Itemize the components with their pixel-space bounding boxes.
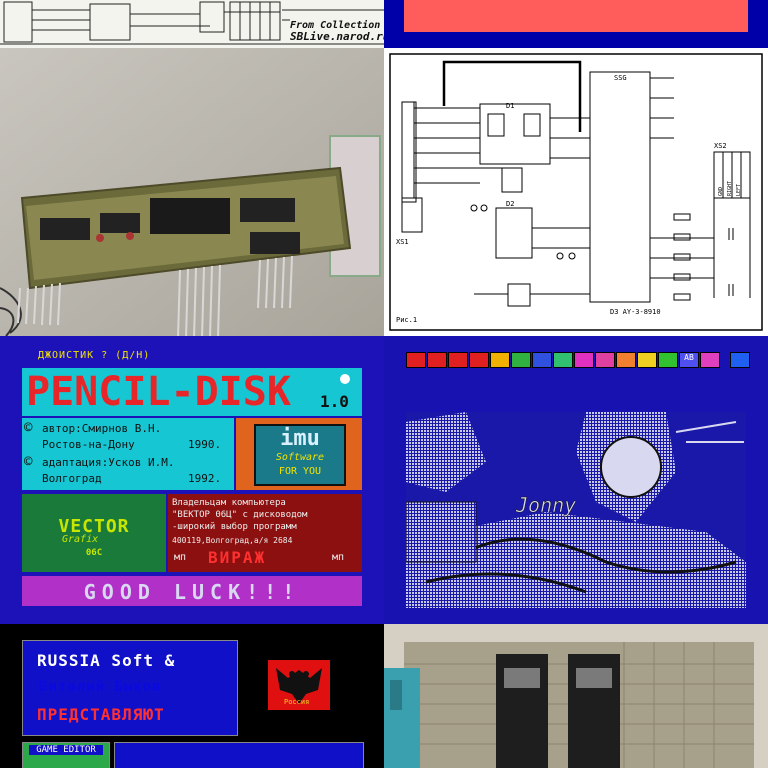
ad-line-3: -широкий выбор программ bbox=[172, 522, 297, 532]
red-panel-tile bbox=[384, 0, 768, 48]
author-city: Ростов-на-Дону bbox=[42, 438, 135, 451]
pencil-disk-tile: ДЖОИСТИК ? (Д/Н) PENCIL-DISK 1.0 © автор… bbox=[0, 336, 384, 624]
d2-label: D2 bbox=[506, 200, 514, 208]
sun-icon bbox=[340, 374, 350, 384]
fill-icon[interactable] bbox=[616, 352, 636, 368]
russia-soft-tile: RUSSIA Soft & Виталий Быков ПРЕДСТАВЛЯЮТ… bbox=[0, 624, 384, 768]
paint-canvas[interactable]: Jonny bbox=[405, 412, 746, 608]
d1-label: D1 bbox=[506, 102, 514, 110]
info-panel bbox=[114, 742, 364, 768]
good-luck-text: GOOD LUCK!!! bbox=[83, 580, 301, 604]
joystick-prompt: ДЖОИСТИК ? (Д/Н) bbox=[38, 350, 151, 361]
copy-icon[interactable] bbox=[553, 352, 573, 368]
xs2-pin-gnd: GND bbox=[718, 187, 724, 196]
ad-mp-left: мп bbox=[174, 552, 187, 563]
chip-part-label: D3 AY-3-8910 bbox=[610, 308, 661, 316]
copyright-icon-2: © bbox=[24, 454, 33, 470]
pencil-title: PENCIL-DISK bbox=[26, 369, 291, 415]
brush-icon[interactable] bbox=[490, 352, 510, 368]
palette-icon[interactable] bbox=[532, 352, 552, 368]
circuit-schematic: SSG D1 D2 XS1 XS2 Рис.1 D3 AY-3-8910 GND… bbox=[389, 53, 763, 331]
ad-line-4: 400119,Волгоград,а/я 2684 bbox=[172, 536, 293, 545]
credits-panel: © автор:Смирнов В.Н. Ростов-на-Дону 1990… bbox=[22, 418, 234, 490]
author-line: автор:Смирнов В.Н. bbox=[42, 422, 162, 435]
cartridge-photo bbox=[384, 624, 768, 768]
imu-logo-box: imu Software FOR YOU bbox=[254, 424, 346, 486]
schematic-strip-tile: From Collection of SBLive.narod.ru bbox=[0, 0, 384, 48]
chip-1 bbox=[40, 218, 90, 240]
game-editor-label: GAME EDITOR bbox=[29, 745, 103, 755]
muscleman-drawing: Jonny bbox=[405, 412, 746, 608]
schematic-strip-drawing: From Collection of SBLive.narod.ru bbox=[0, 1, 384, 45]
paint-program-tile: AB Jonny bbox=[384, 336, 768, 624]
chip-3 bbox=[150, 198, 230, 234]
pencil-icon[interactable] bbox=[511, 352, 531, 368]
vector-logo-panel: VECTOR Grafix 06C bbox=[22, 494, 166, 572]
chip-2 bbox=[100, 213, 140, 233]
disk-icon[interactable] bbox=[700, 352, 720, 368]
xs2-pin-right: RIGHT bbox=[727, 181, 733, 196]
cartridge-photo-tile bbox=[384, 624, 768, 768]
vector-model: 06C bbox=[85, 548, 103, 558]
board-photo-tile bbox=[0, 48, 384, 336]
text-icon[interactable]: AB bbox=[679, 352, 699, 368]
zoom-icon[interactable] bbox=[595, 352, 615, 368]
pencil-version: 1.0 bbox=[320, 392, 349, 411]
pc-icon[interactable] bbox=[406, 352, 426, 368]
circle-icon[interactable] bbox=[574, 352, 594, 368]
adapt-line: адаптация:Усков И.М. bbox=[42, 456, 175, 469]
red-panel bbox=[404, 0, 748, 32]
pc-icon[interactable] bbox=[469, 352, 489, 368]
imu-logo: imu bbox=[280, 426, 320, 451]
board-photo bbox=[0, 48, 384, 336]
credit-line-2: SBLive.narod.ru bbox=[290, 30, 384, 43]
pc-icon[interactable] bbox=[427, 352, 447, 368]
chip-4 bbox=[240, 198, 295, 222]
pencil-title-panel: PENCIL-DISK 1.0 bbox=[22, 368, 362, 416]
ay-chip bbox=[589, 71, 651, 303]
russia-line-2: Виталий Быков bbox=[39, 679, 162, 695]
spray-icon[interactable] bbox=[658, 352, 678, 368]
adapt-year: 1992. bbox=[188, 472, 222, 485]
author-year: 1990. bbox=[188, 438, 222, 451]
figure-label: Рис.1 bbox=[396, 316, 417, 324]
imu-logo-panel: imu Software FOR YOU bbox=[236, 418, 362, 490]
chip-5 bbox=[250, 232, 300, 254]
circuit-schematic-tile: SSG D1 D2 XS1 XS2 Рис.1 D3 AY-3-8910 GND… bbox=[384, 48, 768, 336]
select-icon[interactable] bbox=[637, 352, 657, 368]
xs2-pin-left: LEFT bbox=[736, 184, 742, 196]
ssg-label: SSG bbox=[614, 74, 627, 82]
good-luck-banner: GOOD LUCK!!! bbox=[22, 576, 362, 606]
pc-icon[interactable] bbox=[448, 352, 468, 368]
virazh-ad-panel: Владельцам компьютера "ВЕКТОР 06Ц" с дис… bbox=[168, 494, 362, 572]
xs1-label: XS1 bbox=[396, 238, 409, 246]
ad-line-1: Владельцам компьютера bbox=[172, 498, 286, 508]
double-eagle-icon: Россия bbox=[276, 668, 322, 706]
russia-title-panel: RUSSIA Soft & Виталий Быков ПРЕДСТАВЛЯЮТ bbox=[22, 640, 238, 736]
imu-foryou: FOR YOU bbox=[278, 466, 322, 477]
adapt-city: Волгоград bbox=[42, 472, 102, 485]
ad-mp-right: мп bbox=[332, 552, 345, 563]
copyright-icon-1: © bbox=[24, 420, 33, 436]
eagle-emblem: Россия bbox=[268, 660, 330, 710]
paint-toolbar: AB bbox=[406, 352, 750, 368]
xs2-label: XS2 bbox=[714, 142, 727, 150]
menu-icon[interactable] bbox=[730, 352, 750, 368]
russia-line-3: ПРЕДСТАВЛЯЮТ bbox=[37, 705, 165, 724]
graffiti-text: Jonny bbox=[515, 493, 576, 517]
vector-sub: Grafix bbox=[62, 534, 99, 545]
ad-brand: ВИРАЖ bbox=[208, 548, 267, 567]
imu-software: Software bbox=[275, 452, 325, 463]
russia-line-1: RUSSIA Soft & bbox=[37, 651, 176, 670]
ad-line-2: "ВЕКТОР 06Ц" с дисководом bbox=[172, 510, 308, 520]
emblem-text: Россия bbox=[284, 698, 309, 706]
game-editor-button[interactable]: GAME EDITOR bbox=[22, 742, 110, 768]
